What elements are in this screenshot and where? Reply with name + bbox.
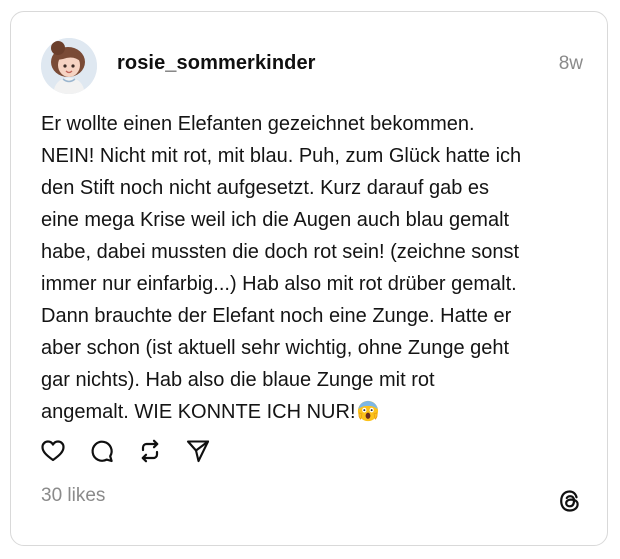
comment-icon — [91, 440, 113, 463]
reply-button[interactable] — [89, 438, 115, 464]
screaming-face-emoji — [357, 400, 378, 422]
like-button[interactable] — [40, 438, 66, 464]
post-text-body: Er wollte einen Elefanten gezeichnet bek… — [41, 113, 522, 423]
avatar-illustration-icon — [41, 38, 97, 94]
threads-logo[interactable] — [557, 488, 583, 514]
repost-icon — [141, 439, 159, 463]
repost-button[interactable] — [137, 438, 163, 464]
share-button[interactable] — [185, 438, 211, 464]
likes-count[interactable]: 30 likes — [41, 485, 105, 507]
post-card: rosie_sommerkinder 8w Er wollte einen El… — [10, 11, 608, 546]
threads-logo-icon — [560, 490, 579, 512]
avatar[interactable] — [41, 38, 97, 94]
post-text: Er wollte einen Elefanten gezeichnet bek… — [41, 108, 591, 428]
heart-icon — [41, 440, 65, 462]
post-timestamp: 8w — [558, 53, 583, 74]
username[interactable]: rosie_sommerkinder — [117, 52, 316, 75]
send-icon — [186, 440, 210, 463]
